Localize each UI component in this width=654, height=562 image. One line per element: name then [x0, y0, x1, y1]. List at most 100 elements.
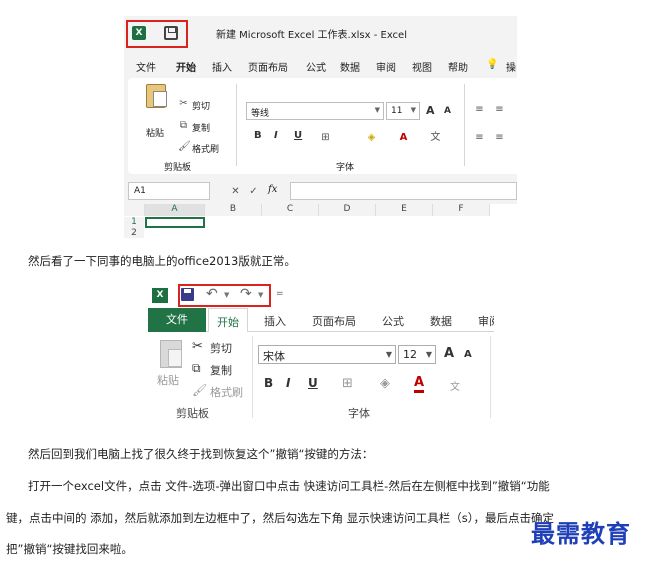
- bold-button[interactable]: B: [254, 130, 262, 141]
- phonetic-icon[interactable]: 文: [430, 132, 441, 143]
- column-header[interactable]: D: [319, 204, 376, 216]
- paste-icon[interactable]: [146, 84, 167, 108]
- column-header[interactable]: B: [205, 204, 262, 216]
- format-painter-button[interactable]: 格式刷: [210, 384, 243, 400]
- tab-help[interactable]: 帮助: [448, 59, 468, 74]
- row-header[interactable]: 1: [124, 217, 144, 228]
- grow-font-button[interactable]: A: [426, 104, 435, 117]
- tab-page-layout[interactable]: 页面布局: [248, 59, 288, 74]
- phonetic-icon[interactable]: 文: [450, 378, 460, 393]
- tab-home[interactable]: 开始: [176, 59, 196, 74]
- paragraph: 把”撤销“按键找回来啦。: [6, 542, 133, 556]
- align-top-icon[interactable]: ≡: [474, 104, 485, 115]
- borders-icon[interactable]: ⊞: [342, 376, 353, 391]
- font-name-select[interactable]: 宋体 ▼: [258, 345, 396, 364]
- tab-data[interactable]: 数据: [430, 313, 452, 329]
- font-name-value: 等线: [251, 109, 270, 119]
- tab-review[interactable]: 审阅: [478, 313, 494, 329]
- tab-insert[interactable]: 插入: [264, 313, 286, 329]
- copy-button[interactable]: 复制: [192, 121, 210, 134]
- tab-file[interactable]: 文件: [148, 308, 206, 332]
- fill-color-icon[interactable]: ◈: [366, 132, 377, 143]
- italic-button[interactable]: I: [286, 376, 290, 390]
- font-color-icon[interactable]: A: [414, 376, 425, 393]
- watermark-logo: 最需教育: [531, 519, 631, 548]
- font-size-select[interactable]: 11 ▼: [386, 102, 420, 120]
- select-all-corner[interactable]: [124, 204, 145, 216]
- customize-toolbar-icon[interactable]: =: [276, 289, 284, 299]
- selected-cell[interactable]: [145, 217, 205, 228]
- cut-button[interactable]: 剪切: [192, 99, 210, 112]
- tab-review[interactable]: 审阅: [376, 59, 396, 74]
- align-center-icon[interactable]: ≡: [494, 132, 505, 143]
- ribbon: 粘贴 ✂ 剪切 ⧉ 复制 🖌 格式刷 剪贴板 等线 ▼ 11 ▼ A A B I…: [128, 78, 517, 174]
- tab-formulas[interactable]: 公式: [382, 313, 404, 329]
- tab-data[interactable]: 数据: [340, 59, 360, 74]
- name-box-value: A1: [134, 186, 146, 196]
- align-middle-icon[interactable]: ≡: [494, 104, 505, 115]
- align-left-icon[interactable]: ≡: [474, 132, 485, 143]
- column-header[interactable]: F: [433, 204, 490, 216]
- clipboard-group-label: 剪贴板: [176, 407, 209, 420]
- chevron-down-icon: ▼: [410, 106, 416, 114]
- ribbon-tabs: 文件 开始 插入 页面布局 公式 数据 审阅: [148, 308, 494, 333]
- tab-home[interactable]: 开始: [208, 308, 248, 333]
- copy-button[interactable]: 复制: [210, 362, 232, 378]
- clipboard-group-label: 剪贴板: [164, 163, 192, 173]
- divider: [490, 336, 491, 418]
- scissors-icon: ✂: [179, 98, 188, 109]
- underline-button[interactable]: U: [294, 130, 302, 141]
- check-icon[interactable]: ✓: [248, 186, 259, 197]
- row-header[interactable]: 2: [124, 228, 144, 238]
- font-color-icon[interactable]: A: [398, 132, 409, 143]
- column-header[interactable]: C: [262, 204, 319, 216]
- function-icon[interactable]: fx: [268, 184, 277, 195]
- underline-button[interactable]: U: [308, 376, 318, 390]
- chevron-down-icon: ▼: [425, 350, 432, 359]
- excel2013-screenshot: X ↶ ▼ ↷ ▼ = 文件 开始 插入 页面布局 公式 数据 审阅 粘贴 ✂ …: [148, 282, 494, 422]
- shrink-font-button[interactable]: A: [444, 106, 451, 116]
- copy-icon: ⧉: [192, 361, 201, 375]
- divider: [252, 336, 253, 418]
- quick-access-toolbar: X ↶ ▼ ↷ ▼ =: [148, 282, 494, 308]
- menu-bar: 文件 开始 插入 页面布局 公式 数据 审阅 视图 帮助 💡 操: [124, 56, 517, 76]
- font-size-select[interactable]: 12 ▼: [398, 345, 436, 364]
- title-bar: X 新建 Microsoft Excel 工作表.xlsx - Excel: [124, 16, 517, 50]
- scissors-icon: ✂: [192, 339, 203, 354]
- tab-view[interactable]: 视图: [412, 59, 432, 74]
- column-header[interactable]: E: [376, 204, 433, 216]
- paste-button[interactable]: 粘贴: [157, 372, 179, 388]
- tab-insert[interactable]: 插入: [212, 59, 232, 74]
- borders-icon[interactable]: ⊞: [320, 132, 331, 143]
- format-painter-icon: 🖌: [192, 383, 208, 397]
- paste-button[interactable]: 粘贴: [146, 126, 164, 139]
- cancel-icon[interactable]: ✕: [230, 186, 241, 197]
- font-size-value: 11: [391, 106, 403, 116]
- tab-formulas[interactable]: 公式: [306, 59, 326, 74]
- formula-bar: A1 ✕ ✓ fx: [124, 180, 517, 202]
- tab-file[interactable]: 文件: [136, 59, 156, 74]
- tab-tell-me[interactable]: 操: [506, 59, 516, 74]
- font-name-select[interactable]: 等线 ▼: [246, 102, 384, 120]
- shrink-font-button[interactable]: A: [464, 349, 472, 360]
- paragraph: 然后回到我们电脑上找了很久终于找到恢复这个”撤销“按键的方法：: [28, 447, 374, 461]
- tab-page-layout[interactable]: 页面布局: [312, 313, 356, 329]
- chevron-down-icon: ▼: [374, 106, 380, 114]
- column-header[interactable]: A: [145, 204, 205, 216]
- highlight-box: [178, 284, 271, 307]
- fill-color-icon[interactable]: ◈: [380, 376, 390, 391]
- formula-input[interactable]: [290, 182, 517, 200]
- cut-button[interactable]: 剪切: [210, 340, 232, 356]
- paste-icon[interactable]: [160, 340, 182, 368]
- font-size-value: 12: [403, 348, 417, 361]
- bold-button[interactable]: B: [264, 376, 273, 390]
- format-painter-button[interactable]: 格式刷: [192, 142, 219, 155]
- lightbulb-icon[interactable]: 💡: [486, 59, 498, 70]
- italic-button[interactable]: I: [274, 130, 278, 141]
- divider: [464, 84, 465, 166]
- grow-font-button[interactable]: A: [444, 346, 454, 361]
- worksheet-grid: A B C D E F 1 2: [124, 204, 517, 238]
- highlight-box: [126, 20, 188, 48]
- name-box[interactable]: A1: [128, 182, 210, 200]
- divider: [236, 84, 237, 166]
